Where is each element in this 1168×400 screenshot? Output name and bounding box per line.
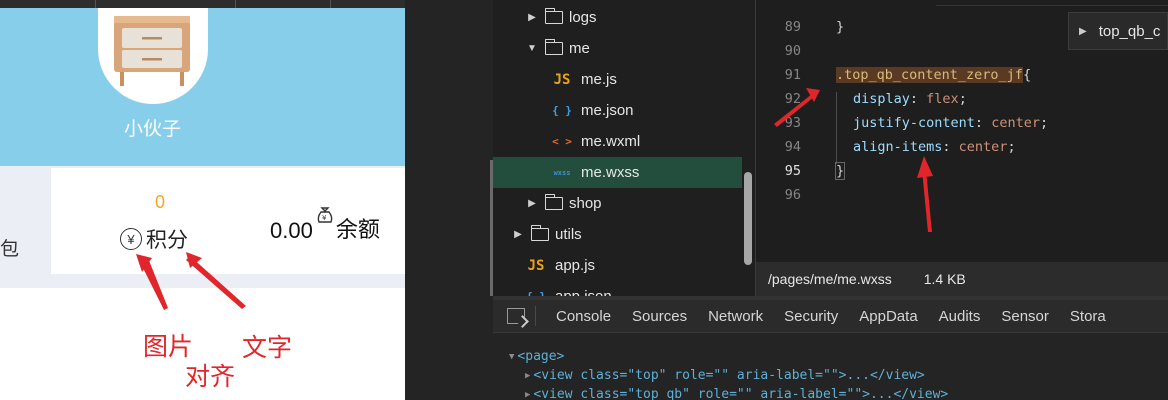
tab-separator <box>535 306 536 326</box>
devtools-tabbar: Console Sources Network Security AppData… <box>493 300 1168 333</box>
wxml-file-icon: < > <box>552 135 572 148</box>
annotation-arrows <box>774 88 933 232</box>
wxml-dom-tree: ▼ <page> ▶ <view class="top" role="" ari… <box>493 334 1168 400</box>
editor-status-bar: /pages/me/me.wxss 1.4 KB <box>756 262 1168 296</box>
js-file-icon: JS <box>527 257 545 274</box>
tree-item-label: logs <box>569 9 597 26</box>
json-file-icon: { } <box>552 104 572 117</box>
dom-node-page[interactable]: ▼ <page> <box>509 347 564 366</box>
tree-item-utils[interactable]: ▶ utils <box>493 219 743 250</box>
tree-item-app-json[interactable]: { } app.json <box>493 281 743 296</box>
tree-item-me[interactable]: ▼ me <box>493 33 743 64</box>
tab-network[interactable]: Network <box>708 308 763 325</box>
dom-node-view[interactable]: ▶ <view class="top_qb" role="" aria-labe… <box>525 385 948 400</box>
tree-item-app-js[interactable]: JS app.js <box>493 250 743 281</box>
chevron-right-icon: ▶ <box>514 229 522 240</box>
tree-item-me-wxml[interactable]: < > me.wxml <box>493 126 743 157</box>
tab-security[interactable]: Security <box>784 308 838 325</box>
devtools-panel: ▶ logs ▼ me JS me.js { } me.json < > me.… <box>405 0 1168 400</box>
tree-item-label: utils <box>555 226 582 243</box>
dom-node-view[interactable]: ▶ <view class="top" role="" aria-label="… <box>525 366 925 385</box>
tree-item-me-wxss[interactable]: wxss me.wxss <box>493 157 743 188</box>
dom-node-text: <page> <box>517 349 565 364</box>
tab-storage[interactable]: Stora <box>1070 308 1106 325</box>
tab-audits[interactable]: Audits <box>939 308 981 325</box>
folder-open-icon <box>544 39 563 55</box>
tree-item-label: me.json <box>581 102 634 119</box>
tree-item-label: me <box>569 40 590 57</box>
tree-item-label: me.wxss <box>581 164 640 181</box>
tab-appdata[interactable]: AppData <box>859 308 917 325</box>
chevron-right-icon: ▶ <box>528 198 536 209</box>
chevron-right-icon: ▶ <box>525 370 531 381</box>
tree-item-shop[interactable]: ▶ shop <box>493 188 743 219</box>
annotation-text: 文字 <box>242 333 293 362</box>
arrow-icon <box>136 252 246 310</box>
chevron-right-icon: ▶ <box>525 389 531 400</box>
arrow-icon <box>774 88 933 232</box>
chevron-right-icon: ▶ <box>528 12 536 23</box>
dom-node-text: <view class="top" role="" aria-label="">… <box>533 368 925 383</box>
folder-icon <box>544 194 563 210</box>
annotation-align: 对齐 <box>185 362 236 391</box>
file-path: /pages/me/me.wxss <box>768 271 892 287</box>
wxss-file-icon: wxss <box>553 168 571 177</box>
inspect-element-icon[interactable] <box>507 308 525 324</box>
chevron-down-icon: ▼ <box>509 351 515 362</box>
file-size: 1.4 KB <box>923 271 966 287</box>
devtools-side-strip <box>405 0 493 296</box>
tree-item-label: shop <box>569 195 602 212</box>
folder-icon <box>544 8 563 24</box>
tab-console[interactable]: Console <box>556 308 611 325</box>
tree-item-logs[interactable]: ▶ logs <box>493 2 743 33</box>
tree-item-me-js[interactable]: JS me.js <box>493 64 743 95</box>
tree-item-me-json[interactable]: { } me.json <box>493 95 743 126</box>
simulator-panel: 小伙子 包 0 ¥ 积分 0.00 ¥ 余额 图片 文字 对齐 <box>0 0 405 400</box>
code-editor[interactable]: 89 } 90 91 .top_qb_content_zero_jf{ 92 d… <box>756 0 1168 262</box>
tree-item-label: app.json <box>555 288 612 296</box>
folder-icon <box>530 225 549 241</box>
file-tree: ▶ logs ▼ me JS me.js { } me.json < > me.… <box>493 0 755 296</box>
annotation-arrows <box>136 252 246 310</box>
file-tree-scrollbar[interactable] <box>744 172 752 265</box>
tab-sensor[interactable]: Sensor <box>1001 308 1049 325</box>
tree-item-label: me.wxml <box>581 133 641 150</box>
chevron-down-icon: ▼ <box>527 43 537 54</box>
dom-node-text: <view class="top_qb" role="" aria-label=… <box>533 387 949 400</box>
tree-item-label: app.js <box>555 257 596 274</box>
js-file-icon: JS <box>553 71 571 88</box>
tree-item-label: me.js <box>581 71 617 88</box>
tab-sources[interactable]: Sources <box>632 308 687 325</box>
